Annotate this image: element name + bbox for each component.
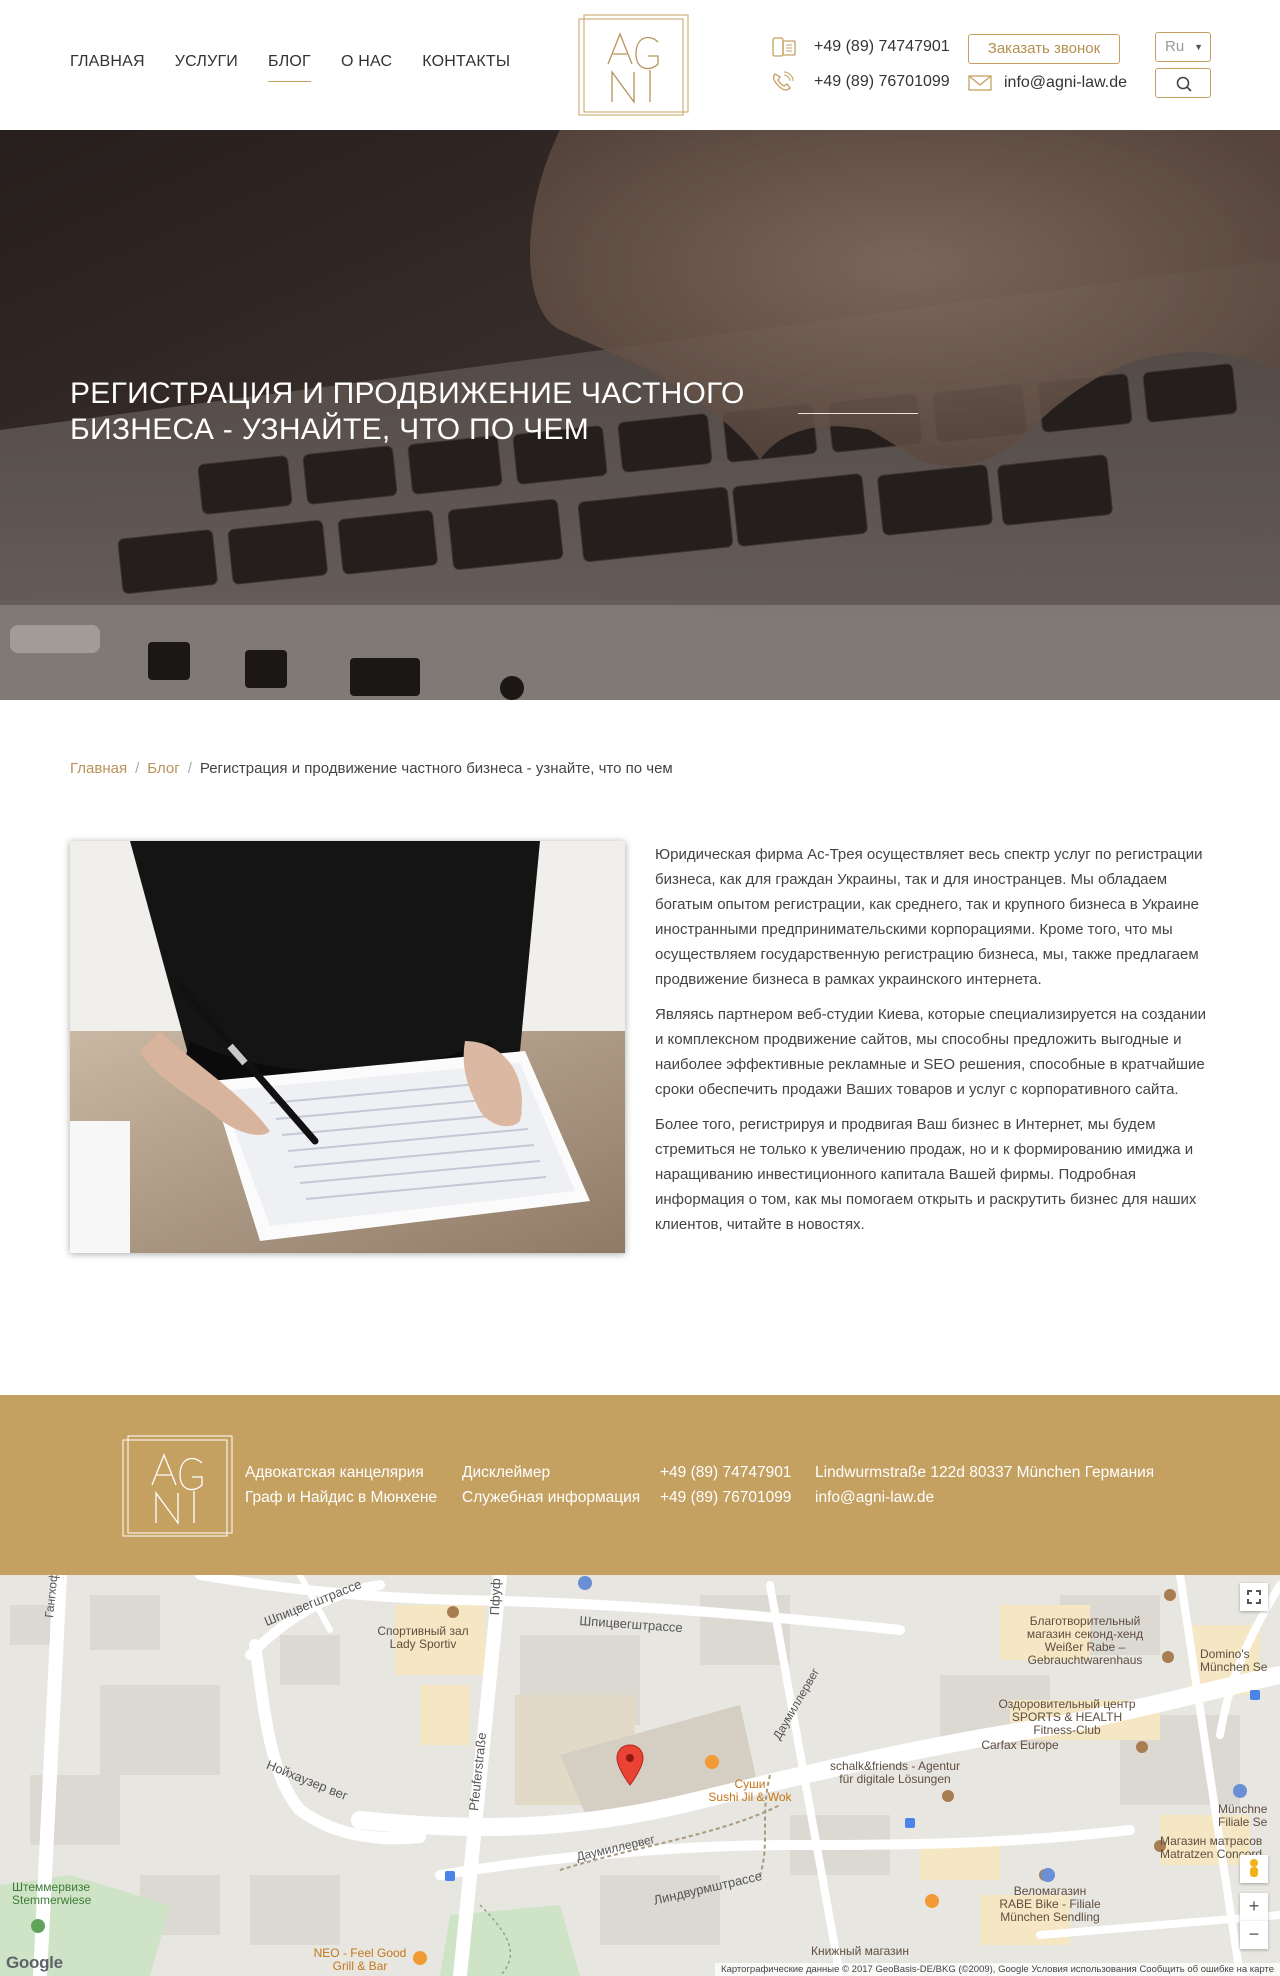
article-paragraph: Юридическая фирма Ас-Трея осуществляет в… [655,846,1203,988]
footer-company-line1: Адвокатская канцелярия [245,1464,424,1481]
footer-disclaimer-link[interactable]: Дисклеймер [462,1460,640,1485]
nav-item-about[interactable]: О НАС [341,53,392,82]
map-place-health-center[interactable]: Оздоровительный центр SPORTS & HEALTH Fi… [992,1698,1142,1737]
map-place-gym[interactable]: Спортивный зал Lady Sportiv [368,1625,478,1651]
nav-item-home[interactable]: ГЛАВНАЯ [70,53,145,82]
map-place-carfax[interactable]: Carfax Europe [970,1739,1070,1752]
fullscreen-icon [1247,1590,1261,1604]
language-value: Ru [1165,38,1185,55]
main-nav: ГЛАВНАЯ УСЛУГИ БЛОГ О НАС КОНТАКТЫ [70,53,510,82]
breadcrumb-blog[interactable]: Блог [147,760,179,777]
article-body: Юридическая фирма Ас-Трея осуществляет в… [655,842,1211,1247]
email-row[interactable]: info@agni-law.de [968,70,1127,96]
search-button[interactable] [1155,68,1211,98]
breadcrumb: Главная / Блог / Регистрация и продвижение ч… [70,760,673,777]
hero-title: РЕГИСТРАЦИЯ И ПРОДВИЖЕНИЕ ЧАСТНОГО БИЗНЕ… [70,377,745,446]
chevron-down-icon: ▼ [1194,42,1203,52]
footer-phones: +49 (89) 74747901 +49 (89) 76701099 [660,1460,791,1510]
footer-company: Адвокатская канцелярия Граф и Найдис в М… [245,1460,437,1510]
header-phone-2[interactable]: +49 (89) 76701099 [814,73,950,91]
hero-banner: РЕГИСТРАЦИЯ И ПРОДВИЖЕНИЕ ЧАСТНОГО БИЗНЕ… [0,130,1280,700]
map-place-sushi[interactable]: Суши Sushi Jil & Wok [700,1778,800,1804]
phone-row-2[interactable]: +49 (89) 76701099 [770,69,950,95]
footer-logo[interactable] [122,1435,234,1537]
footer-email[interactable]: info@agni-law.de [815,1485,1154,1510]
article-paragraph: Более того, регистрируя и продвигая Ваш … [655,1116,1197,1233]
hero-divider [798,413,918,414]
footer-links: Дисклеймер Служебная информация [462,1460,640,1510]
footer-address: Lindwurmstraße 122d 80337 München Герман… [815,1464,1155,1481]
site-footer: Адвокатская канцелярия Граф и Найдис в М… [0,1395,1280,1575]
site-header: ГЛАВНАЯ УСЛУГИ БЛОГ О НАС КОНТАКТЫ +49 (… [0,0,1280,130]
map-place-charity-shop[interactable]: Благотворительный магазин секонд-хенд We… [1010,1615,1160,1667]
google-logo[interactable]: Google [6,1953,63,1973]
footer-address-block: Lindwurmstraße 122d 80337 München Герман… [815,1460,1154,1510]
nav-item-services[interactable]: УСЛУГИ [175,53,238,82]
breadcrumb-current: Регистрация и продвижение частного бизне… [199,760,673,777]
nav-item-contacts[interactable]: КОНТАКТЫ [422,53,510,82]
map-place-bookstore[interactable]: Книжный магазин [800,1945,920,1958]
language-select[interactable]: Ru ▼ [1155,32,1211,62]
pegman-icon [1250,1859,1258,1877]
breadcrumb-home[interactable]: Главная [70,760,127,777]
google-map[interactable]: Гангхоферштра Пфуф Шпицвегштрассе Шпицве… [0,1575,1280,1976]
footer-phone-2[interactable]: +49 (89) 76701099 [660,1485,791,1510]
breadcrumb-separator: / [187,760,192,777]
map-place-neo-grill[interactable]: NEO - Feel Good Grill & Bar [300,1947,420,1973]
header-phones: +49 (89) 74747901 +49 (89) 76701099 [770,34,950,104]
breadcrumb-separator: / [135,760,140,777]
map-place-dominos[interactable]: Domino's München Se [1200,1648,1280,1674]
zoom-out-button[interactable]: − [1240,1921,1268,1949]
map-place-bike-shop[interactable]: Веломагазин RABE Bike - Filiale München … [990,1885,1110,1924]
footer-company-line2: Граф и Найдис в Мюнхене [245,1489,438,1506]
zoom-in-button[interactable]: + [1240,1893,1268,1921]
footer-service-info-link[interactable]: Служебная информация [462,1485,640,1510]
article-image [70,841,625,1253]
fullscreen-button[interactable] [1240,1583,1268,1611]
header-actions: Заказать звонок info@agni-law.de [968,34,1127,96]
map-place-stemmerwiese[interactable]: Штеммервизе Stemmerwiese [12,1881,122,1907]
phone-icon [770,71,798,93]
street-label: Пфуф [487,1578,504,1616]
footer-phone-1[interactable]: +49 (89) 74747901 [660,1460,791,1485]
order-callback-button[interactable]: Заказать звонок [968,34,1120,64]
search-icon [1176,76,1192,92]
mail-icon [968,75,992,91]
map-attribution[interactable]: Картографические данные © 2017 GeoBasis-… [715,1963,1280,1976]
map-place-schalk-friends[interactable]: schalk&friends - Agentur für digitale Lö… [815,1760,975,1786]
nav-item-blog[interactable]: БЛОГ [268,53,311,82]
agni-logo[interactable] [578,14,690,116]
header-email[interactable]: info@agni-law.de [1004,74,1127,92]
street-view-button[interactable] [1240,1855,1268,1883]
article-paragraph: Являясь партнером веб-студии Киева, кото… [655,1006,1207,1098]
phone-row-1[interactable]: +49 (89) 74747901 [770,34,950,60]
header-phone-1[interactable]: +49 (89) 74747901 [814,38,950,56]
map-place-muenchner[interactable]: Münchne Filiale Se [1218,1803,1280,1829]
fax-phone-icon [770,36,798,58]
